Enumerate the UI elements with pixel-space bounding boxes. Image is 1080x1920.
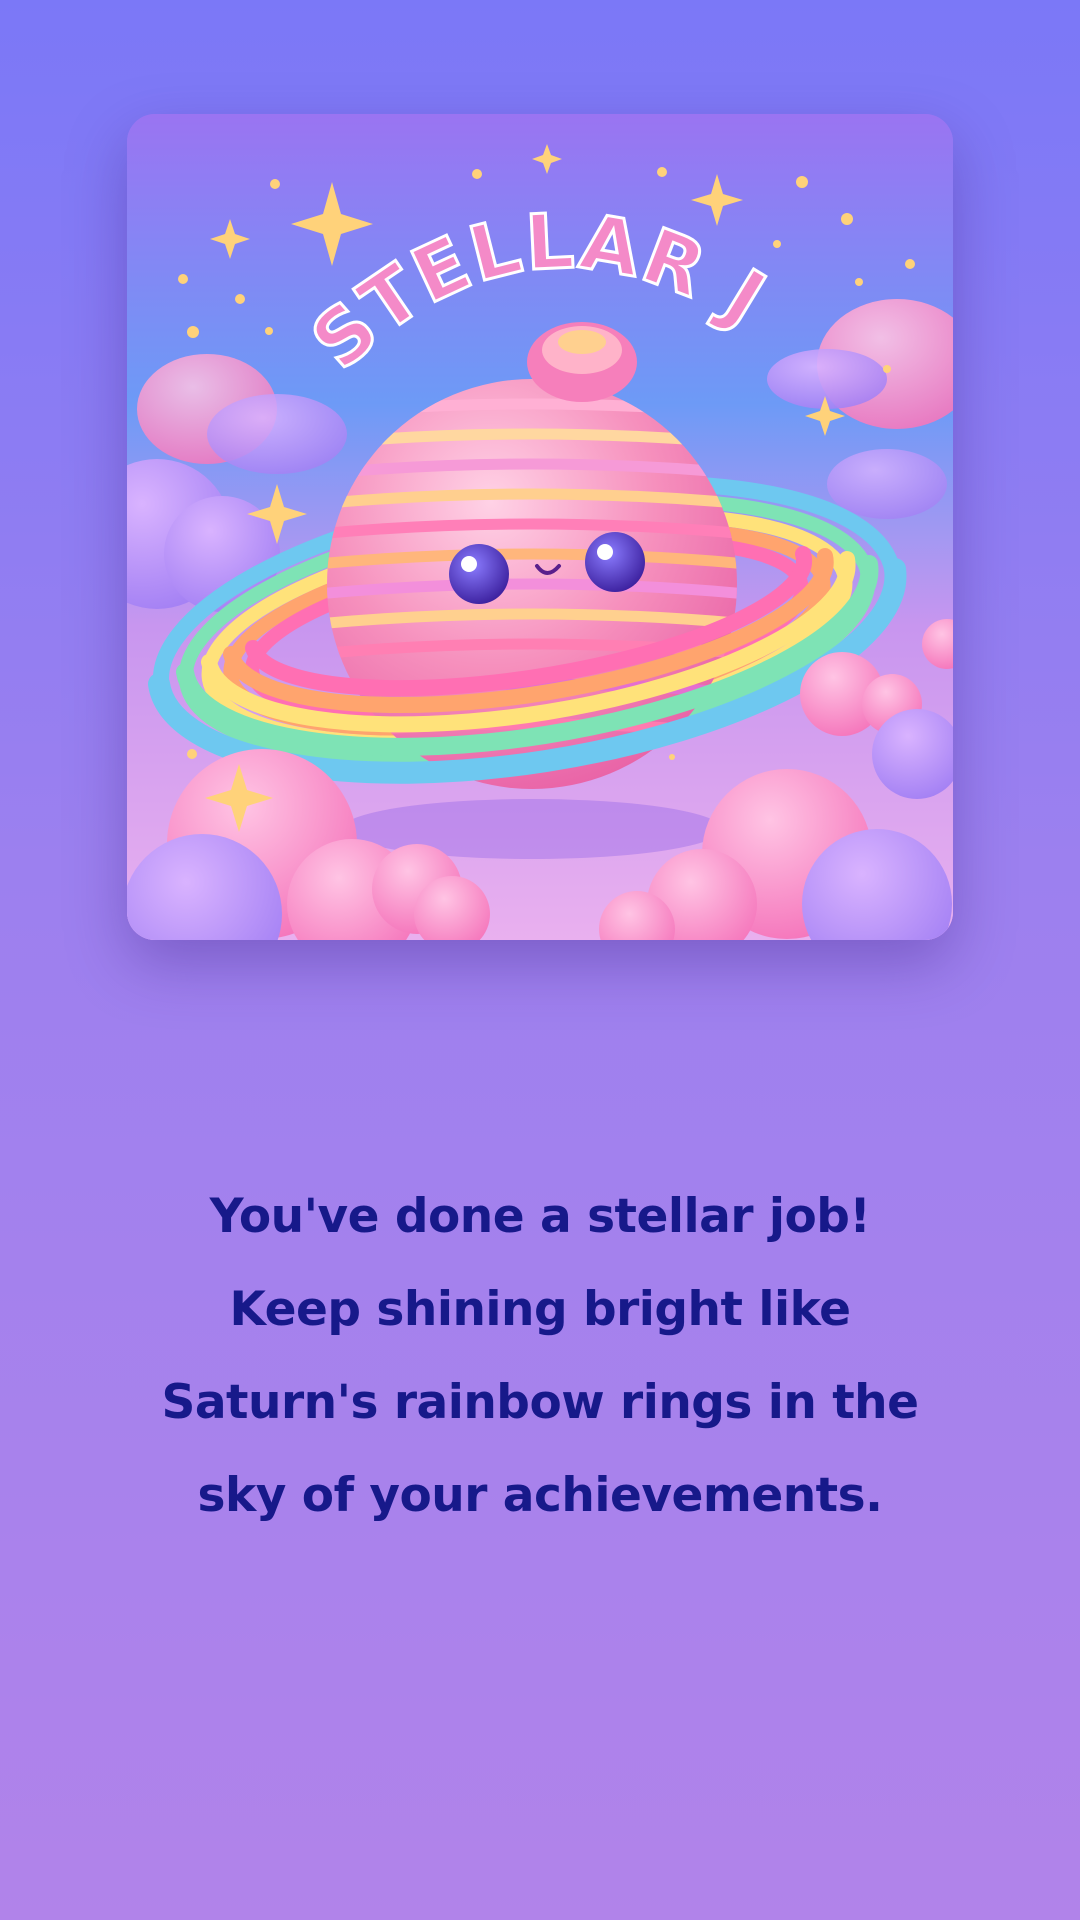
planet-left-eye (449, 544, 509, 604)
congratulations-message: You've done a stellar job! Keep shining … (161, 1189, 919, 1523)
stellar-job-illustration-card: STELLAR JOB (127, 114, 953, 940)
planet-right-eye (585, 532, 645, 592)
saturn-illustration: STELLAR JOB (127, 114, 953, 940)
